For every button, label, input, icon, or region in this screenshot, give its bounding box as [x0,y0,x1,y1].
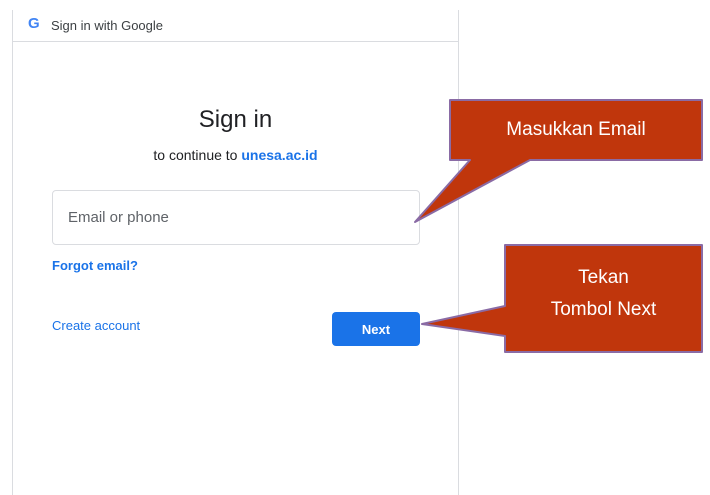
callout-layer [414,99,703,353]
callout-next-text: Tekan Tombol Next [505,262,702,326]
callout-email-text: Masukkan Email [506,119,646,140]
callout-next-line1: Tekan [578,267,629,288]
callout-next-line2: Tombol Next [550,299,657,320]
